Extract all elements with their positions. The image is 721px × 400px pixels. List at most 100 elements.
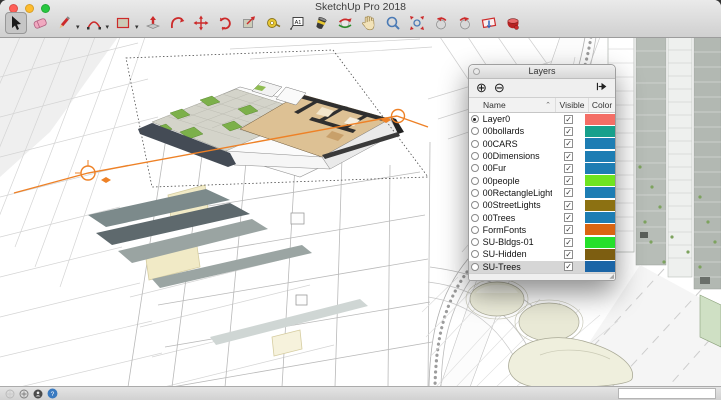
line-dropdown-caret[interactable]: ▾ <box>76 23 80 31</box>
sort-caret-icon: ⌃ <box>545 101 551 109</box>
layer-radio[interactable] <box>471 226 479 234</box>
remove-layer-button[interactable]: ⊖ <box>494 81 505 95</box>
column-header-color[interactable]: Color <box>589 100 615 110</box>
tool-eraser[interactable] <box>29 12 51 34</box>
layer-color-swatch[interactable] <box>585 175 615 186</box>
layer-row[interactable]: 00bollards ✓ <box>469 125 615 137</box>
column-header-name[interactable]: Name ⌃ <box>481 100 555 110</box>
eraser-icon <box>32 15 48 31</box>
layer-row[interactable]: SU-Hidden ✓ <box>469 248 615 260</box>
layer-visible-checkbox[interactable]: ✓ <box>564 139 573 148</box>
tool-pan[interactable] <box>358 12 380 34</box>
layer-radio[interactable] <box>471 250 479 258</box>
layer-radio[interactable] <box>471 140 479 148</box>
layer-radio[interactable] <box>471 127 479 135</box>
layer-name: 00Dimensions <box>481 151 553 161</box>
tool-orbit[interactable] <box>334 12 356 34</box>
credit-icon[interactable] <box>19 389 29 399</box>
panel-close-icon[interactable] <box>473 68 480 75</box>
layer-visible-checkbox[interactable]: ✓ <box>564 262 573 271</box>
layer-visible-checkbox[interactable]: ✓ <box>564 225 573 234</box>
tool-previous-view[interactable] <box>430 12 452 34</box>
layer-color-swatch[interactable] <box>585 200 615 211</box>
tool-text[interactable]: A1 <box>286 12 308 34</box>
layer-radio[interactable] <box>471 152 479 160</box>
tool-shapes[interactable] <box>112 12 134 34</box>
measurements-input[interactable] <box>618 388 716 399</box>
user-icon[interactable] <box>33 389 43 399</box>
layer-row[interactable]: SU-Trees ✓ <box>469 261 615 273</box>
panel-detail-arrow-icon[interactable] <box>595 80 608 96</box>
layer-radio[interactable] <box>471 189 479 197</box>
geolocation-icon[interactable] <box>5 389 15 399</box>
layer-row[interactable]: FormFonts ✓ <box>469 224 615 236</box>
layer-color-swatch[interactable] <box>585 187 615 198</box>
layer-visible-checkbox[interactable]: ✓ <box>564 213 573 222</box>
layers-panel-footer: ◢ <box>469 273 615 280</box>
tool-offset[interactable] <box>238 12 260 34</box>
layer-visible-checkbox[interactable]: ✓ <box>564 201 573 210</box>
layer-radio[interactable] <box>471 164 479 172</box>
status-bar: ? <box>0 386 721 400</box>
add-layer-button[interactable]: ⊕ <box>476 81 487 95</box>
layer-color-swatch[interactable] <box>585 237 615 248</box>
layer-row[interactable]: 00Dimensions ✓ <box>469 150 615 162</box>
tool-zoom[interactable] <box>382 12 404 34</box>
layer-row[interactable]: 00people ✓ <box>469 174 615 186</box>
layer-color-swatch[interactable] <box>585 126 615 137</box>
tool-arc[interactable] <box>83 12 105 34</box>
layers-panel-titlebar[interactable]: Layers <box>469 65 615 79</box>
layer-color-swatch[interactable] <box>585 224 615 235</box>
layer-radio[interactable] <box>471 214 479 222</box>
layers-panel: Layers ⊕ ⊖ Name ⌃ Visible Color Layer0 ✓ <box>468 64 616 281</box>
layer-color-swatch[interactable] <box>585 114 615 125</box>
layer-radio[interactable] <box>471 177 479 185</box>
tool-next-view[interactable] <box>454 12 476 34</box>
layer-visible-checkbox[interactable]: ✓ <box>564 238 573 247</box>
layer-row[interactable]: SU-Bldgs-01 ✓ <box>469 236 615 248</box>
layer-color-swatch[interactable] <box>585 249 615 260</box>
tool-section-plane[interactable] <box>478 12 500 34</box>
tool-line[interactable] <box>53 12 75 34</box>
column-header-visible[interactable]: Visible <box>555 98 589 112</box>
layer-row[interactable]: 00Fur ✓ <box>469 162 615 174</box>
layer-row[interactable]: 00CARS ✓ <box>469 138 615 150</box>
tool-tape-measure[interactable] <box>262 12 284 34</box>
layer-radio[interactable] <box>471 263 479 271</box>
layer-color-swatch[interactable] <box>585 212 615 223</box>
tool-zoom-extents[interactable] <box>406 12 428 34</box>
tool-pushpull[interactable] <box>142 12 164 34</box>
layer-radio[interactable] <box>471 201 479 209</box>
layer-visible-checkbox[interactable]: ✓ <box>564 127 573 136</box>
floor-plan-model[interactable] <box>138 81 404 177</box>
arc-dropdown-caret[interactable]: ▾ <box>106 23 110 31</box>
section-cut-icon <box>505 15 521 31</box>
layer-row[interactable]: 00Trees ✓ <box>469 211 615 223</box>
layer-color-swatch[interactable] <box>585 163 615 174</box>
layer-visible-checkbox[interactable]: ✓ <box>564 250 573 259</box>
tool-rotate[interactable] <box>214 12 236 34</box>
layer-visible-checkbox[interactable]: ✓ <box>564 152 573 161</box>
layer-row[interactable]: 00StreetLights ✓ <box>469 199 615 211</box>
layer-visible-checkbox[interactable]: ✓ <box>564 164 573 173</box>
layer-radio[interactable] <box>471 238 479 246</box>
help-icon[interactable]: ? <box>47 388 58 399</box>
shapes-dropdown-caret[interactable]: ▾ <box>135 23 139 31</box>
layer-visible-checkbox[interactable]: ✓ <box>564 188 573 197</box>
tool-section-cut[interactable] <box>502 12 524 34</box>
layer-visible-checkbox[interactable]: ✓ <box>564 176 573 185</box>
tool-move[interactable] <box>190 12 212 34</box>
layer-color-swatch[interactable] <box>585 138 615 149</box>
layer-visible-checkbox[interactable]: ✓ <box>564 115 573 124</box>
tool-paint-bucket[interactable] <box>310 12 332 34</box>
resize-grip-icon[interactable]: ◢ <box>609 274 614 280</box>
tool-followme[interactable] <box>166 12 188 34</box>
layer-name: SU-Trees <box>481 262 553 272</box>
status-icons: ? <box>5 388 58 399</box>
layer-row[interactable]: Layer0 ✓ <box>469 113 615 125</box>
layer-color-swatch[interactable] <box>585 151 615 162</box>
layer-color-swatch[interactable] <box>585 261 615 272</box>
tool-select[interactable] <box>5 12 27 34</box>
layer-row[interactable]: 00RectangleLights ✓ <box>469 187 615 199</box>
layer-radio[interactable] <box>471 115 479 123</box>
